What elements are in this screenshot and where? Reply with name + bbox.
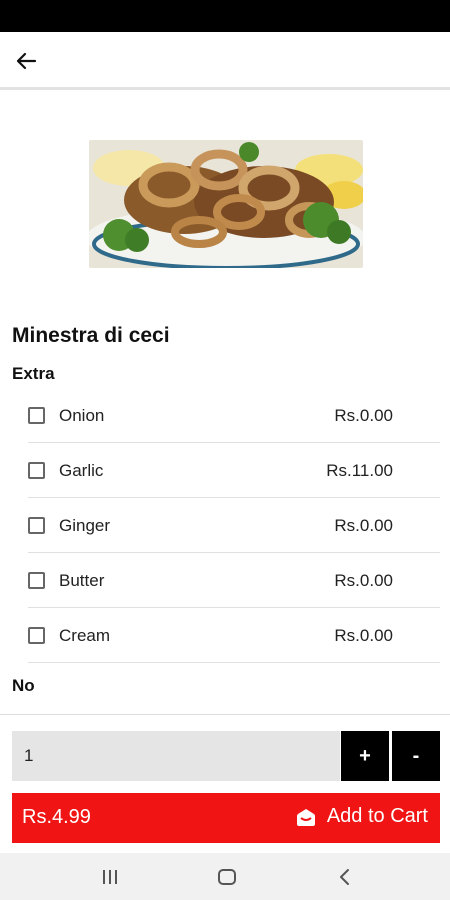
- recents-button[interactable]: [90, 864, 130, 890]
- no-heading: No: [12, 676, 35, 695]
- extra-option-butter[interactable]: Butter Rs.0.00: [28, 553, 440, 608]
- back-icon: [340, 869, 349, 885]
- cart-action: Add to Cart: [295, 805, 428, 828]
- option-price: Rs.0.00: [334, 406, 393, 425]
- extra-option-cream[interactable]: Cream Rs.0.00: [28, 608, 440, 663]
- checkbox[interactable]: [28, 517, 45, 534]
- system-back-button[interactable]: [325, 864, 365, 890]
- cart-price: Rs.4.99: [22, 806, 91, 828]
- option-label: Onion: [59, 406, 105, 425]
- checkbox[interactable]: [28, 407, 45, 424]
- extra-option-ginger[interactable]: Ginger Rs.0.00: [28, 498, 440, 553]
- extras-list: Onion Rs.0.00 Garlic Rs.11.00 Ginger Rs.…: [28, 388, 440, 663]
- add-to-cart-label: Add to Cart: [326, 805, 428, 827]
- option-label: Butter: [59, 571, 105, 590]
- arrow-left-icon: [16, 52, 37, 70]
- extra-option-onion[interactable]: Onion Rs.0.00: [28, 388, 440, 443]
- option-label: Ginger: [59, 516, 111, 535]
- quantity-input[interactable]: [12, 731, 340, 781]
- top-app-bar: [0, 32, 450, 90]
- option-price: Rs.11.00: [326, 461, 393, 480]
- product-image: [89, 140, 363, 268]
- option-label: Garlic: [59, 461, 104, 480]
- product-title: Minestra di ceci: [12, 324, 170, 347]
- option-price: Rs.0.00: [334, 571, 393, 590]
- divider: [0, 714, 450, 715]
- home-button[interactable]: [207, 864, 247, 890]
- recents-icon: [103, 870, 117, 884]
- checkbox[interactable]: [28, 627, 45, 644]
- quantity-increase-button[interactable]: +: [341, 731, 389, 781]
- add-to-cart-button[interactable]: Rs.4.99 Add to Cart: [12, 793, 440, 843]
- extras-heading: Extra: [12, 364, 55, 383]
- option-price: Rs.0.00: [334, 626, 393, 645]
- quantity-decrease-button[interactable]: -: [392, 731, 440, 781]
- checkbox[interactable]: [28, 462, 45, 479]
- system-navigation-bar: [0, 853, 450, 900]
- option-label: Cream: [59, 626, 111, 645]
- back-button[interactable]: [12, 48, 40, 74]
- home-icon: [218, 869, 236, 885]
- option-price: Rs.0.00: [334, 516, 393, 535]
- checkbox[interactable]: [28, 572, 45, 589]
- cart-icon: [296, 808, 315, 826]
- status-bar: [0, 0, 450, 32]
- extra-option-garlic[interactable]: Garlic Rs.11.00: [28, 443, 440, 498]
